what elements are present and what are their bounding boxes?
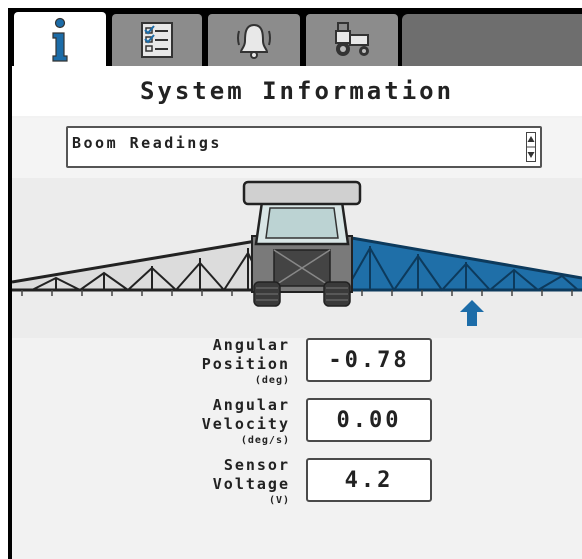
tab-bar-filler [402, 14, 582, 66]
tab-checklist[interactable] [110, 12, 204, 66]
reading-unit: (deg/s) [240, 435, 290, 446]
alarm-bell-icon [236, 21, 272, 59]
reading-row-angular-velocity: Angular Velocity (deg/s) 0.00 [150, 396, 450, 452]
reading-unit: (V) [268, 495, 290, 506]
title-bar: System Information [12, 66, 582, 116]
reading-label: Angular Velocity (deg/s) [201, 396, 290, 446]
info-icon [49, 17, 71, 63]
reading-value-box: -0.78 [306, 338, 432, 382]
checklist-icon [140, 21, 174, 59]
readings-dropdown[interactable]: Boom Readings [66, 126, 542, 168]
reading-label: Angular Position (deg) [201, 336, 290, 386]
reading-unit: (deg) [254, 375, 290, 386]
boom-diagram [11, 178, 582, 338]
dropdown-value: Boom Readings [72, 134, 222, 152]
sprayer-vehicle [242, 180, 362, 307]
tab-alarms[interactable] [206, 12, 302, 66]
reading-row-angular-position: Angular Position (deg) -0.78 [150, 336, 450, 392]
readings-list: Angular Position (deg) -0.78 Angular Vel… [150, 336, 450, 516]
up-down-arrows-icon[interactable] [526, 132, 536, 162]
reading-value-box: 0.00 [306, 398, 432, 442]
tractor-icon [330, 21, 374, 59]
reading-label: Sensor Voltage (V) [212, 456, 290, 506]
tab-info[interactable] [12, 10, 108, 68]
tab-machine[interactable] [304, 12, 400, 66]
tab-bar [8, 8, 582, 68]
reading-value-box: 4.2 [306, 458, 432, 502]
page-title: System Information [139, 77, 455, 105]
reading-row-sensor-voltage: Sensor Voltage (V) 4.2 [150, 456, 450, 512]
